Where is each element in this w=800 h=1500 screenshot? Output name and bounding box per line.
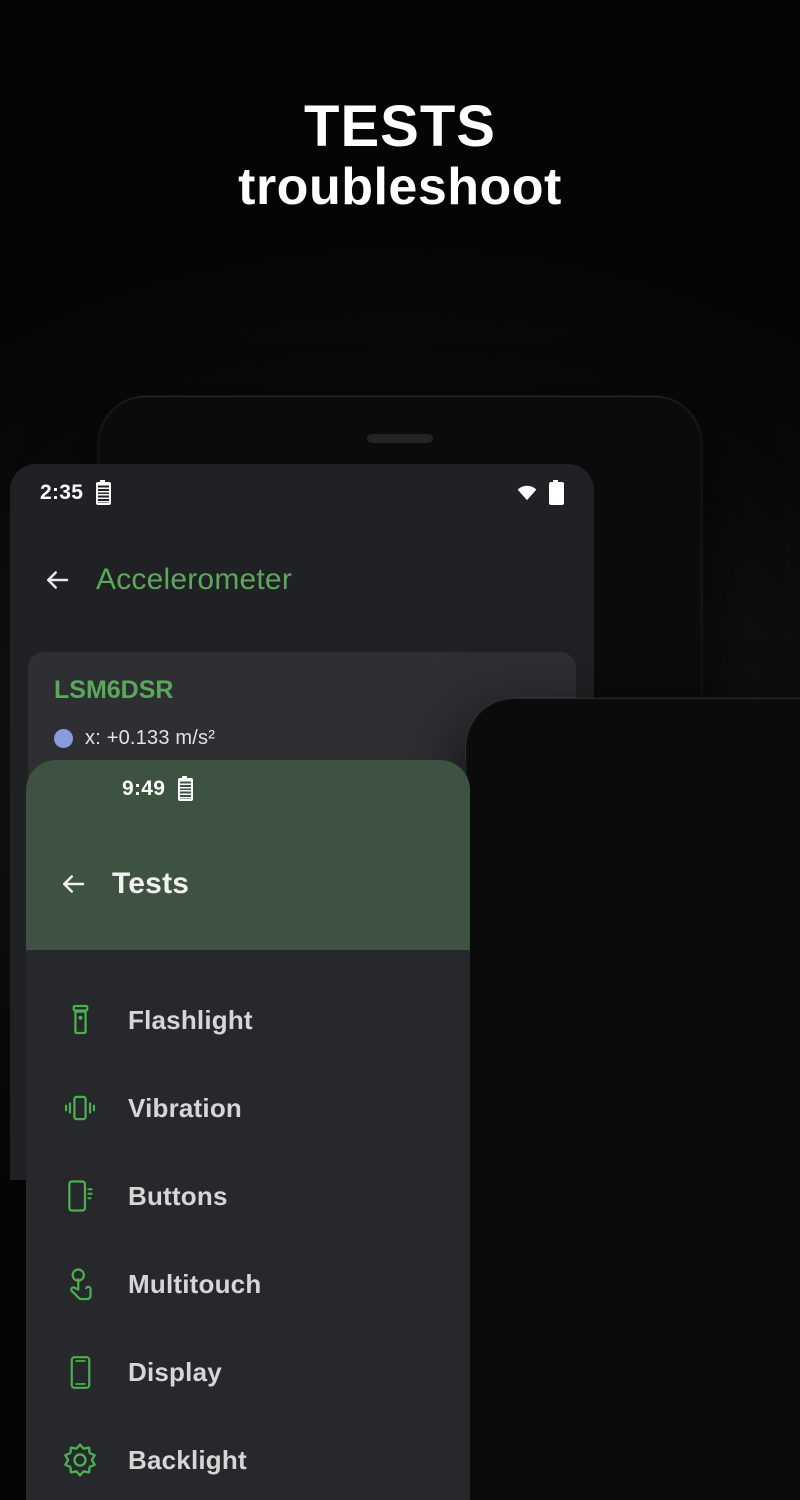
- battery-full-icon: [549, 479, 564, 505]
- sensor-name: LSM6DSR: [54, 676, 174, 704]
- list-item-label: Vibration: [128, 1092, 243, 1123]
- axis-value-x: x: +0.133 m/s²: [85, 727, 216, 749]
- tests-list: Flashlight Vibration Buttons Multitouch …: [26, 950, 470, 1500]
- phone-b-screen: 9:49 Tests Flashlight Vibration Buttons …: [26, 760, 470, 1500]
- display-icon: [60, 1351, 100, 1393]
- flashlight-icon: [60, 999, 100, 1041]
- vibration-icon: [60, 1087, 100, 1129]
- app-bar-a: Accelerometer: [10, 522, 594, 638]
- list-item-label: Multitouch: [128, 1268, 262, 1299]
- list-item-buttons[interactable]: Buttons: [26, 1152, 470, 1240]
- status-bar-a: 2:35: [10, 464, 594, 522]
- status-left-b: 9:49: [122, 775, 194, 801]
- backlight-icon: [60, 1439, 100, 1481]
- multitouch-icon: [60, 1263, 100, 1305]
- battery-icon: [178, 775, 194, 801]
- app-bar-b: Tests: [26, 818, 470, 950]
- page-title: Accelerometer: [96, 563, 293, 596]
- list-item-label: Flashlight: [128, 1004, 253, 1035]
- wifi-icon: [516, 485, 538, 501]
- phone-bezel-highlight-b: [466, 698, 800, 1500]
- phone-mockup-tests: [466, 698, 800, 1500]
- status-bar-b: 9:49: [26, 760, 470, 818]
- list-item-label: Backlight: [128, 1444, 247, 1475]
- status-time-a: 2:35: [40, 481, 84, 504]
- list-item-flashlight[interactable]: Flashlight: [26, 976, 470, 1064]
- list-item-multitouch[interactable]: Multitouch: [26, 1240, 470, 1328]
- list-item-label: Display: [128, 1356, 222, 1387]
- list-item-backlight[interactable]: Backlight: [26, 1416, 470, 1500]
- headline-line-1: TESTS: [304, 94, 496, 159]
- status-time-b: 9:49: [122, 777, 166, 800]
- list-item-vibration[interactable]: Vibration: [26, 1064, 470, 1152]
- promo-canvas: TESTS troubleshoot 2:35 Accelerometer LS…: [0, 0, 800, 1500]
- battery-icon: [96, 479, 112, 505]
- status-left-a: 2:35: [40, 479, 112, 505]
- back-arrow-icon[interactable]: [58, 869, 88, 899]
- buttons-icon: [60, 1175, 100, 1217]
- page-title-b: Tests: [112, 867, 190, 900]
- status-right-a: [516, 479, 564, 505]
- earpiece-speaker-icon: [367, 434, 433, 443]
- back-arrow-icon[interactable]: [42, 565, 72, 595]
- list-item-display[interactable]: Display: [26, 1328, 470, 1416]
- legend-dot-x: [54, 729, 73, 748]
- headline: TESTS troubleshoot: [0, 98, 800, 219]
- headline-line-2: troubleshoot: [238, 158, 562, 216]
- list-item-label: Buttons: [128, 1180, 228, 1211]
